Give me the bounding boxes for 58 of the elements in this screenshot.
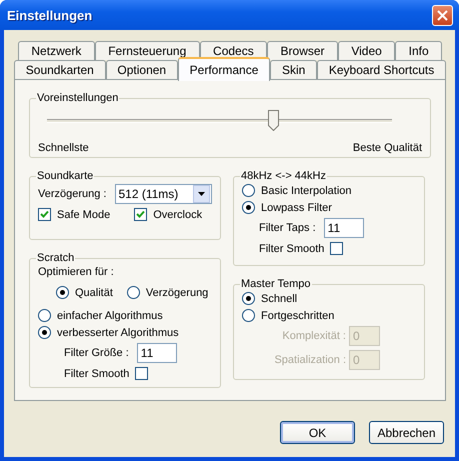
radio-button[interactable] <box>38 326 51 339</box>
checkbox-label: Filter Smooth <box>259 242 324 254</box>
radio-label: Lowpass Filter <box>261 202 332 214</box>
tab[interactable]: Fernsteuerung <box>94 41 200 60</box>
field-label: Filter Größe : <box>64 347 129 359</box>
checkbox-label: Safe Mode <box>57 208 110 220</box>
radio-label: Verzögerung <box>146 286 208 298</box>
group-title: Voreinstellungen <box>36 92 120 104</box>
radio-button[interactable] <box>242 309 255 322</box>
slider-max-label: Beste Qualität <box>352 142 422 154</box>
tab[interactable]: Keyboard Shortcuts <box>317 60 446 79</box>
caret-icon <box>198 192 204 196</box>
tab[interactable]: Soundkarten <box>14 60 106 79</box>
checkbox-label: Filter Smooth <box>64 368 130 380</box>
radio-label: Schnell <box>261 292 298 304</box>
checkbox[interactable] <box>38 208 51 221</box>
radio-button[interactable] <box>126 286 140 299</box>
checkbox[interactable] <box>135 367 148 380</box>
tab[interactable]: Optionen <box>106 60 178 79</box>
close-button[interactable] <box>432 4 453 26</box>
radio-button[interactable] <box>38 309 51 322</box>
field-label: Komplexität : <box>281 330 346 342</box>
group-title: 48kHz <-> 44kHz <box>240 170 327 182</box>
window-title: Einstellungen <box>7 8 92 22</box>
tab[interactable]: Performance <box>178 57 270 81</box>
dialog-button[interactable]: Abbrechen <box>369 421 444 444</box>
field-label: Filter Taps : <box>259 222 316 234</box>
input-field[interactable]: 11 <box>136 343 177 363</box>
field-label: Verzögerung : <box>38 188 106 200</box>
tab[interactable]: Netzwerk <box>18 41 95 60</box>
radio-label: Basic Interpolation <box>261 184 352 196</box>
radio-label: verbesserter Algorithmus <box>57 326 179 338</box>
tab[interactable]: Skin <box>270 60 318 79</box>
radio-label: Fortgeschritten <box>261 310 334 322</box>
close-icon <box>437 10 448 20</box>
radio-button[interactable] <box>242 201 255 214</box>
group-title: Master Tempo <box>240 278 312 290</box>
checkbox-label: Overclock <box>153 208 202 220</box>
section-label: Optimieren für : <box>38 266 115 278</box>
checkbox[interactable] <box>134 208 148 221</box>
dialog-button[interactable]: OK <box>280 421 355 444</box>
group-title: Soundkarte <box>36 170 94 182</box>
radio-button[interactable] <box>242 292 255 305</box>
radio-label: einfacher Algorithmus <box>57 310 163 322</box>
radio-button[interactable] <box>242 184 255 197</box>
checkbox[interactable] <box>330 242 344 255</box>
radio-button[interactable] <box>56 286 69 299</box>
slider-track[interactable] <box>47 110 392 132</box>
tab[interactable]: Video <box>338 41 396 60</box>
tab[interactable]: Browser <box>267 41 338 60</box>
dropdown[interactable]: 512 (11ms) <box>114 184 212 204</box>
group-title: Scratch <box>36 252 76 264</box>
tab[interactable]: Info <box>395 41 442 60</box>
slider-min-label: Schnellste <box>38 142 89 154</box>
radio-label: Qualität <box>75 286 113 298</box>
slider-thumb[interactable] <box>268 110 280 131</box>
input-field[interactable]: 11 <box>324 218 364 238</box>
field-label: Spatialization : <box>273 354 346 366</box>
